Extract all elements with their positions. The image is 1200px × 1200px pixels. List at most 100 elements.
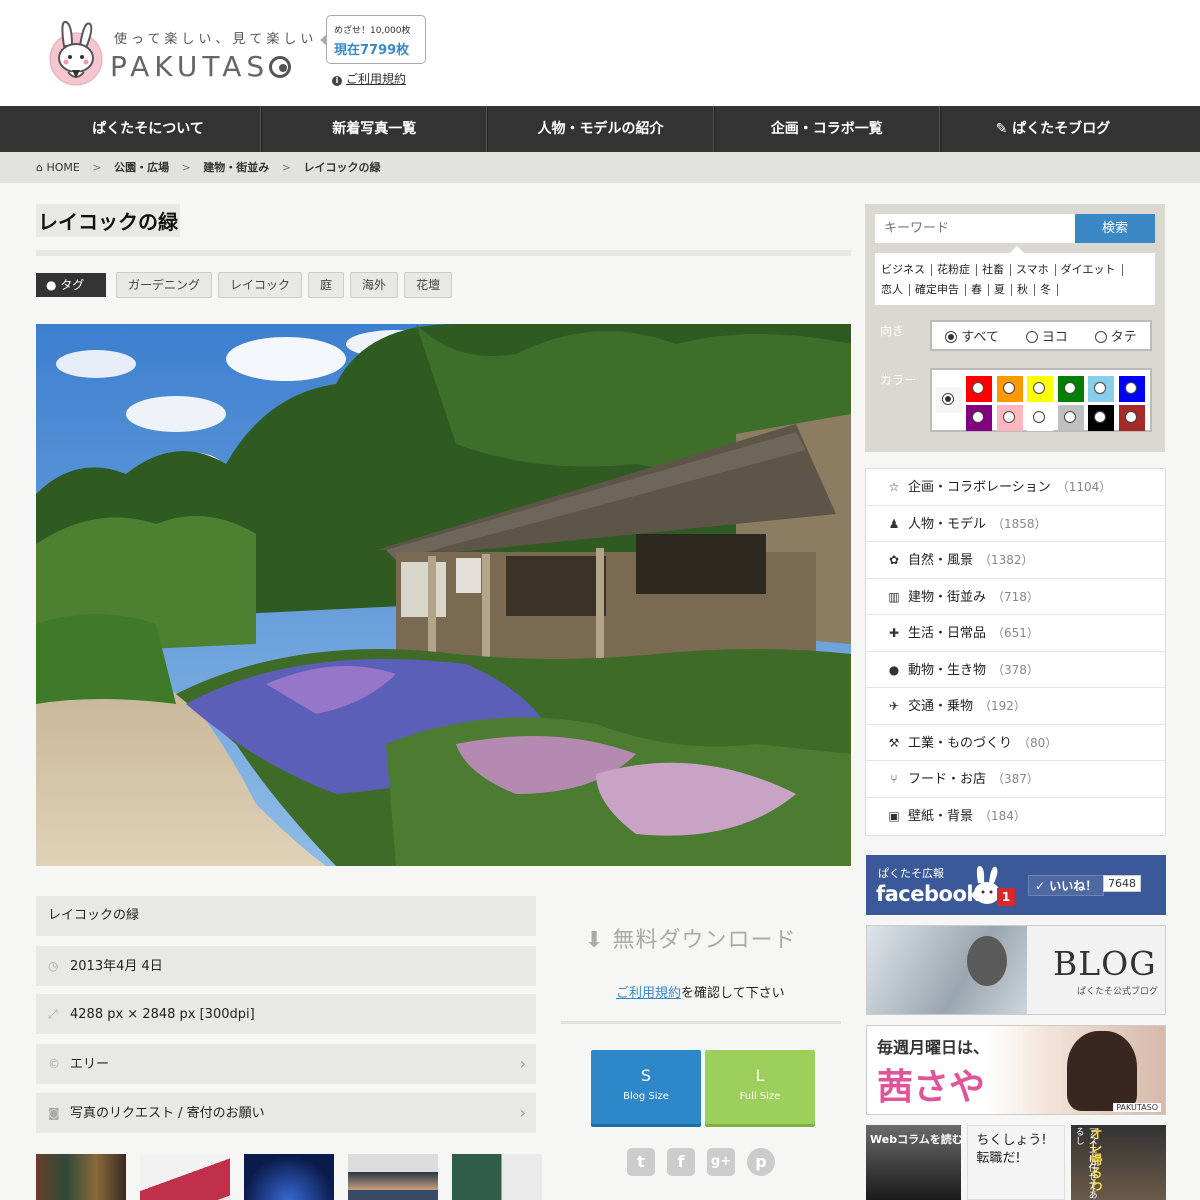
fb-like-button[interactable]: ✓ いいね！ <box>1028 875 1105 896</box>
tenshoku-banner[interactable]: ちくしょう! 転職だ! <box>967 1125 1065 1200</box>
logo-wordmark-text: PAKUTAS <box>110 50 270 83</box>
nav-item-collabs[interactable]: 企画・コラボ一覧 <box>713 106 940 152</box>
related-thumb[interactable] <box>244 1154 334 1200</box>
related-thumb[interactable] <box>452 1154 542 1200</box>
akane-banner-top: 毎週月曜日は、 <box>877 1038 990 1057</box>
download-terms-link[interactable]: ご利用規約 <box>616 986 681 1001</box>
category-label: 自然・風景 <box>908 553 974 568</box>
color-swatch[interactable] <box>1057 405 1084 431</box>
logo-o-icon <box>269 56 292 78</box>
camera-icon: ◙ <box>48 1106 60 1120</box>
breadcrumb-level1[interactable]: 公園・広場 <box>114 161 169 174</box>
blog-banner[interactable]: BLOG ぱくたそ公式ブログ <box>866 925 1166 1015</box>
request-label: 写真のリクエスト / 寄付のお願い <box>70 1106 265 1121</box>
radio-icon <box>1025 331 1038 343</box>
radio-selected-icon <box>945 331 958 343</box>
breadcrumb-separator: > <box>92 161 102 174</box>
color-swatch[interactable] <box>1118 405 1145 431</box>
akane-saya-banner[interactable]: 毎週月曜日は、 茜さや PAKUTASO <box>866 1025 1166 1115</box>
terms-link-label: ご利用規約 <box>346 72 407 86</box>
picture-icon: ▣ <box>888 808 900 823</box>
tag-list: ガーデニング レイコック 庭 海外 花壇 <box>116 272 453 298</box>
breadcrumb-home[interactable]: HOME <box>46 161 79 174</box>
search-button[interactable]: 検索 <box>1075 214 1155 243</box>
tag-chip[interactable]: 海外 <box>350 272 399 298</box>
tag-chip[interactable]: 庭 <box>308 272 345 298</box>
category-item[interactable]: ☆ 企画・コラボレーション （1104） <box>866 469 1165 506</box>
keyword-link[interactable]: ビジネス <box>881 264 932 276</box>
color-swatch[interactable] <box>1027 405 1053 431</box>
keyword-link[interactable]: ダイエット <box>1061 264 1123 276</box>
category-item[interactable]: ✿ 自然・風景 （1382） <box>866 542 1165 579</box>
nav-item-blog[interactable]: ✎ ぱくたそブログ <box>939 106 1165 152</box>
orientation-portrait[interactable]: タテ <box>1094 326 1137 345</box>
nav-item-new-photos[interactable]: 新着写真一覧 <box>261 106 488 152</box>
terms-link[interactable]: i ご利用規約 <box>332 70 406 87</box>
breadcrumb-separator: > <box>281 161 292 174</box>
orientation-landscape[interactable]: ヨコ <box>1025 326 1068 345</box>
category-item[interactable]: ♟ 人物・モデル （1858） <box>866 506 1165 542</box>
request-row[interactable]: ◙ 写真のリクエスト / 寄付のお願い › <box>36 1093 536 1133</box>
facebook-banner[interactable]: ぱくたそ広報 facebook 1 ✓ いいね！ 7648 <box>866 855 1166 915</box>
nav-item-blog-label: ぱくたそブログ <box>1012 121 1111 137</box>
orientation-all[interactable]: すべて <box>945 326 999 345</box>
color-swatch[interactable] <box>1088 376 1114 402</box>
web-column-banner[interactable]: Webコラムを読む <box>866 1125 962 1200</box>
breadcrumb: ⌂ HOME > 公園・広場 > 建物・街並み > レイコックの緑 <box>0 152 1200 183</box>
search-input[interactable] <box>875 214 1075 243</box>
photo-author: エリー <box>70 1057 110 1072</box>
full-size-download-button[interactable]: L Full Size <box>705 1050 815 1124</box>
keyword-link[interactable]: 社畜 <box>982 264 1011 276</box>
blog-size-download-button[interactable]: S Blog Size <box>591 1050 701 1124</box>
color-swatch[interactable] <box>996 405 1023 431</box>
radio-icon <box>1002 411 1015 423</box>
category-item[interactable]: ⑂ フード・お店 （387） <box>866 761 1165 798</box>
author-row[interactable]: © エリー › <box>36 1044 536 1084</box>
nav-item-about[interactable]: ぱくたそについて <box>36 106 262 152</box>
related-thumb[interactable] <box>36 1154 126 1200</box>
category-label: 企画・コラボレーション <box>908 480 1051 495</box>
color-any[interactable] <box>936 387 962 413</box>
pinterest-icon[interactable]: p <box>747 1148 775 1176</box>
tag-heading-label: タグ <box>60 278 85 292</box>
color-swatch[interactable] <box>1027 376 1053 402</box>
tag-chip[interactable]: ガーデニング <box>116 272 213 298</box>
keyword-link[interactable]: 夏 <box>994 284 1012 296</box>
keyword-link[interactable]: 春 <box>971 284 989 296</box>
category-item[interactable]: ✈ 交通・乗物 （192） <box>866 688 1165 725</box>
goal-label: めざせ！10,000枚 <box>334 26 411 36</box>
keyword-link[interactable]: 確定申告 <box>915 284 966 296</box>
category-count: （387） <box>992 772 1039 786</box>
keyword-link[interactable]: スマホ <box>1016 264 1056 276</box>
orientation-landscape-label: ヨコ <box>1041 330 1068 345</box>
color-swatch[interactable] <box>1088 405 1114 431</box>
category-item[interactable]: ✚ 生活・日常品 （651） <box>866 615 1165 652</box>
color-swatch[interactable] <box>1057 376 1084 402</box>
radio-icon <box>1033 382 1045 394</box>
color-swatch[interactable] <box>1118 376 1145 402</box>
google-plus-icon[interactable]: g+ <box>707 1148 735 1176</box>
tag-chip[interactable]: レイコック <box>218 272 303 298</box>
category-item[interactable]: ▣ 壁紙・背景 （184） <box>866 798 1165 835</box>
keyword-link[interactable]: 秋 <box>1017 284 1035 296</box>
keyword-link[interactable]: 冬 <box>1040 284 1058 296</box>
twitter-icon[interactable]: t <box>627 1148 655 1176</box>
category-item[interactable]: ⚒ 工業・ものづくり （80） <box>866 725 1165 761</box>
site-logo[interactable]: 使って楽しい、見て楽しい PAKUTAS <box>44 16 314 86</box>
keyword-link[interactable]: 恋人 <box>881 284 910 296</box>
nav-item-models[interactable]: 人物・モデルの紹介 <box>487 106 714 152</box>
color-swatch[interactable] <box>996 376 1023 402</box>
color-swatch[interactable] <box>966 405 992 431</box>
orekaeru-banner[interactable]: オレ帰るわ アスエに任せてあるし <box>1070 1125 1166 1200</box>
category-item[interactable]: ● 動物・生き物 （378） <box>866 652 1165 688</box>
breadcrumb-level2[interactable]: 建物・街並み <box>203 161 269 174</box>
keyword-link[interactable]: 花粉症 <box>937 264 977 276</box>
category-item[interactable]: ▥ 建物・街並み （718） <box>866 579 1165 615</box>
fb-banner-top: ぱくたそ広報 <box>878 867 944 880</box>
tag-chip[interactable]: 花壇 <box>404 272 453 298</box>
related-thumb[interactable] <box>140 1154 230 1200</box>
color-swatch[interactable] <box>966 376 992 402</box>
main-photo[interactable] <box>36 324 851 866</box>
facebook-icon[interactable]: f <box>667 1148 695 1176</box>
related-thumb[interactable] <box>348 1154 438 1200</box>
